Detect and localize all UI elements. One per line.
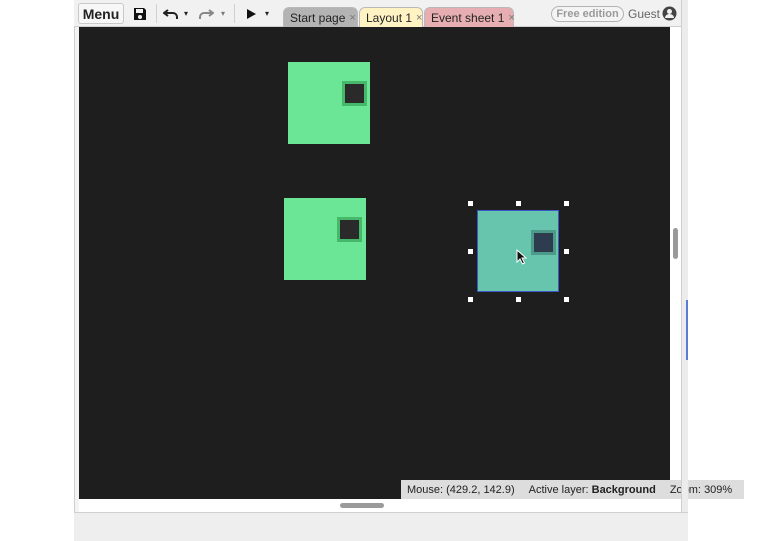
resize-handle-right[interactable] — [564, 249, 569, 254]
active-layer: Active layer: Background — [529, 484, 656, 496]
tab-layout-1[interactable]: Layout 1 × — [359, 7, 423, 27]
undo-icon[interactable] — [162, 3, 180, 24]
layout-canvas[interactable] — [79, 27, 670, 499]
edition-badge[interactable]: Free edition — [551, 6, 624, 22]
zoom-value: 309% — [704, 483, 733, 496]
tab-label: Start page — [290, 10, 346, 25]
save-icon[interactable] — [130, 3, 150, 24]
user-name[interactable]: Guest — [628, 7, 660, 21]
tab-label: Event sheet 1 — [431, 10, 505, 25]
toolbar: Menu ▾ ▾ ▾ Start page × Layout 1 × Event… — [74, 0, 688, 27]
tab-label: Layout 1 — [366, 10, 413, 25]
resize-handle-bottom-right[interactable] — [564, 297, 569, 302]
resize-handle-left[interactable] — [468, 249, 473, 254]
zoom-level: Zoom: 309% — [670, 484, 732, 496]
sprite-detail — [337, 217, 362, 242]
layer-value: Background — [591, 483, 656, 496]
vertical-scrollbar-track[interactable] — [681, 0, 688, 541]
layer-label: Active layer: — [528, 483, 589, 496]
mouse-value: (429.2, 142.9) — [446, 483, 515, 496]
window-edge-accent — [686, 300, 688, 360]
resize-handle-top[interactable] — [516, 201, 521, 206]
close-icon[interactable]: × — [416, 12, 422, 24]
play-icon[interactable] — [242, 3, 260, 24]
toolbar-divider — [156, 4, 157, 23]
undo-dropdown-icon[interactable]: ▾ — [182, 3, 190, 24]
mouse-label: Mouse: — [407, 483, 444, 496]
resize-handle-bottom[interactable] — [516, 297, 521, 302]
menu-button[interactable]: Menu — [78, 3, 124, 24]
sprite[interactable] — [284, 198, 366, 280]
horizontal-scrollbar-thumb[interactable] — [340, 503, 384, 508]
sprite-detail — [531, 230, 556, 255]
vertical-scrollbar-thumb[interactable] — [673, 228, 678, 259]
close-icon[interactable]: × — [349, 12, 355, 24]
close-icon[interactable]: × — [508, 12, 514, 24]
sprite[interactable] — [288, 62, 370, 144]
bottom-panel — [74, 512, 688, 541]
status-bar: Mouse: (429.2, 142.9) Active layer: Back… — [401, 480, 744, 499]
play-dropdown-icon[interactable]: ▾ — [263, 3, 271, 24]
tab-start-page[interactable]: Start page × — [283, 7, 358, 27]
editor-window: Menu ▾ ▾ ▾ Start page × Layout 1 × Event… — [74, 0, 744, 541]
user-icon[interactable] — [662, 6, 677, 21]
redo-icon[interactable] — [197, 3, 215, 24]
canvas-frame — [74, 27, 79, 512]
sprite-detail — [342, 81, 367, 106]
tab-event-sheet-1[interactable]: Event sheet 1 × — [424, 7, 515, 27]
resize-handle-bottom-left[interactable] — [468, 297, 473, 302]
toolbar-divider — [234, 4, 235, 23]
mouse-cursor-icon — [516, 249, 528, 265]
redo-dropdown-icon[interactable]: ▾ — [219, 3, 227, 24]
resize-handle-top-right[interactable] — [564, 201, 569, 206]
mouse-position: Mouse: (429.2, 142.9) — [407, 484, 515, 496]
resize-handle-top-left[interactable] — [468, 201, 473, 206]
